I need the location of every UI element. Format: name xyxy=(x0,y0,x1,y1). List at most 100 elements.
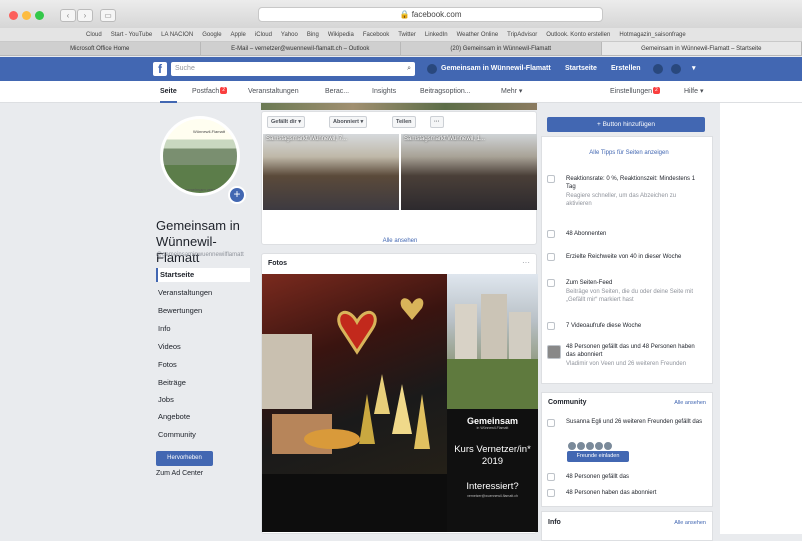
info-see-all-link[interactable]: Alle ansehen xyxy=(674,520,706,526)
bookmark-item[interactable]: Apple xyxy=(231,32,246,38)
event-photo-1[interactable]: Samstagsmarkt Wünnewil, 7... xyxy=(263,134,399,210)
url-text: facebook.com xyxy=(412,10,462,19)
likes-and-follows[interactable]: 48 Personen gefällt das und 48 Personen … xyxy=(566,343,706,359)
sidebar-item-beitraege[interactable]: Beiträge xyxy=(156,376,250,390)
community-see-all-link[interactable]: Alle ansehen xyxy=(674,400,706,406)
sidebar-item-bewertungen[interactable]: Bewertungen xyxy=(156,304,250,318)
settings-link[interactable]: Einstellungen2 xyxy=(610,81,660,103)
share-button[interactable]: Teilen xyxy=(392,116,416,128)
sidebar-item-startseite[interactable]: Startseite xyxy=(156,268,250,282)
page-handle[interactable]: @gemeinsaminwuennewilflamatt xyxy=(156,252,244,258)
add-button-button[interactable]: + Button hinzufügen xyxy=(547,117,705,132)
main-column: Gefällt dir ▾ Abonniert ▾ Teilen ··· Sam… xyxy=(261,103,537,534)
bookmark-item[interactable]: Facebook xyxy=(363,32,389,38)
page-shortcut-link[interactable]: Gemeinsam in Wünnewil-Flamatt xyxy=(441,57,551,81)
bookmark-item[interactable]: Weather Online xyxy=(457,32,499,38)
page-feed-hint: Beiträge von Seiten, die du oder deine S… xyxy=(566,288,706,304)
browser-tab[interactable]: Gemeinsam in Wünnewil-Flamatt – Startsei… xyxy=(602,42,802,55)
promote-button[interactable]: Hervorheben xyxy=(156,451,213,466)
community-title[interactable]: Community xyxy=(548,399,587,406)
notifications-icon[interactable] xyxy=(671,64,681,74)
profile-picture[interactable]: Wünnewil-Flamatt gemeinsam vernetzt xyxy=(160,116,240,196)
community-friends-line[interactable]: Susanna Egli und 26 weiteren Freunden ge… xyxy=(566,418,706,426)
close-window-button[interactable] xyxy=(9,11,18,20)
photo-village-buildings[interactable] xyxy=(447,274,538,409)
left-sidebar: Wünnewil-Flamatt gemeinsam vernetzt + Ge… xyxy=(152,103,254,534)
tab-veranstaltungen[interactable]: Veranstaltungen xyxy=(248,81,299,103)
browser-chrome: ‹ › ▭ 🔒 facebook.com Cloud Start - YouTub… xyxy=(0,0,802,56)
search-icon[interactable]: ⌕ xyxy=(407,62,411,76)
home-link[interactable]: Startseite xyxy=(565,57,597,81)
zoom-window-button[interactable] xyxy=(35,11,44,20)
sidebar-item-veranstaltungen[interactable]: Veranstaltungen xyxy=(156,286,250,300)
address-bar[interactable]: 🔒 facebook.com xyxy=(258,7,603,22)
course-poster[interactable]: Gemeinsam in Wünnewil-Flamatt Kurs Verne… xyxy=(447,409,538,532)
browser-tab[interactable]: E-Mail – vernetzer@wuennewil-flamatt.ch … xyxy=(201,42,402,55)
bookmark-item[interactable]: Yahoo xyxy=(281,32,298,38)
bookmark-item[interactable]: TripAdvisor xyxy=(507,32,537,38)
sidebar-item-info[interactable]: Info xyxy=(156,322,250,336)
browser-tab[interactable]: (20) Gemeinsam in Wünnewil-Flamatt xyxy=(401,42,602,55)
friend-avatar[interactable] xyxy=(603,441,613,451)
community-follows[interactable]: 48 Personen haben das abonniert xyxy=(566,489,706,497)
photos-title[interactable]: Fotos xyxy=(268,260,287,267)
all-tips-link[interactable]: Alle Tipps für Seiten anzeigen xyxy=(548,149,710,157)
page-feed-link[interactable]: Zum Seiten-Feed xyxy=(566,279,706,287)
photos-more-icon[interactable]: ··· xyxy=(522,258,530,267)
cover-photo[interactable] xyxy=(261,103,537,110)
browser-tab[interactable]: Microsoft Office Home xyxy=(0,42,201,55)
create-link[interactable]: Erstellen xyxy=(611,57,641,81)
help-link[interactable]: Hilfe ▾ xyxy=(684,81,703,103)
weekly-reach[interactable]: Erzielte Reichweite von 40 in dieser Woc… xyxy=(566,253,706,261)
sidebar-toggle-icon[interactable]: ▭ xyxy=(100,9,116,22)
back-button[interactable]: ‹ xyxy=(60,9,76,22)
info-card: Info Alle ansehen xyxy=(541,511,713,541)
tab-seite[interactable]: Seite xyxy=(160,81,177,103)
facebook-logo[interactable]: f xyxy=(153,62,167,76)
community-likes[interactable]: 48 Personen gefällt das xyxy=(566,473,706,481)
profile-picture-caption: gemeinsam vernetzt xyxy=(185,187,221,192)
account-menu-icon[interactable]: ▾ xyxy=(692,57,696,81)
like-page-button[interactable]: Gefällt dir ▾ xyxy=(267,116,305,128)
sidebar-item-jobs[interactable]: Jobs xyxy=(156,393,250,407)
event-photo-2[interactable]: Samstagsmarkt Wünnewil, 1... xyxy=(401,134,537,210)
sidebar-item-community[interactable]: Community xyxy=(156,428,250,442)
tab-mehr[interactable]: Mehr ▾ xyxy=(501,81,522,103)
add-photo-icon[interactable]: + xyxy=(228,186,246,204)
followers-count[interactable]: 48 Abonnenten xyxy=(566,230,706,238)
following-button[interactable]: Abonniert ▾ xyxy=(329,116,367,128)
bookmark-item[interactable]: Bing xyxy=(307,32,319,38)
bookmark-item[interactable]: Hotmagazin_saisonfrage xyxy=(619,32,685,38)
bookmark-item[interactable]: Twitter xyxy=(398,32,416,38)
more-options-button[interactable]: ··· xyxy=(430,116,444,128)
bookmark-item[interactable]: Wikipedia xyxy=(328,32,354,38)
forward-button[interactable]: › xyxy=(77,9,93,22)
tab-beitragsoptionen[interactable]: Beitragsoption... xyxy=(420,81,471,103)
bookmark-item[interactable]: iCloud xyxy=(255,32,272,38)
profile-picture-title: Wünnewil-Flamatt xyxy=(193,129,225,134)
bookmark-item[interactable]: Google xyxy=(202,32,221,38)
invite-friends-button[interactable]: Freunde einladen xyxy=(567,451,629,462)
bookmark-item[interactable]: LA NACION xyxy=(161,32,193,38)
ad-center-link[interactable]: Zum Ad Center xyxy=(156,470,203,477)
friends-icon[interactable] xyxy=(653,64,663,74)
response-hint[interactable]: Reagiere schneller, um das Abzeichen zu … xyxy=(566,192,701,208)
sidebar-item-fotos[interactable]: Fotos xyxy=(156,358,250,372)
minimize-window-button[interactable] xyxy=(22,11,31,20)
tab-insights[interactable]: Insights xyxy=(372,81,396,103)
tab-beratung[interactable]: Berac... xyxy=(325,81,349,103)
rss-icon xyxy=(547,489,555,497)
bookmark-item[interactable]: Start - YouTube xyxy=(111,32,152,38)
sidebar-item-videos[interactable]: Videos xyxy=(156,340,250,354)
photo-craft-market[interactable] xyxy=(262,274,447,532)
sidebar-item-angebote[interactable]: Angebote xyxy=(156,410,250,424)
info-title[interactable]: Info xyxy=(548,519,561,526)
tab-postfach[interactable]: Postfach2 xyxy=(192,81,227,103)
bookmark-item[interactable]: LinkedIn xyxy=(425,32,448,38)
poster-question: Interessiert? xyxy=(447,481,538,492)
bookmark-item[interactable]: Outlook. Konto erstellen xyxy=(546,32,610,38)
search-input[interactable]: Suche⌕ xyxy=(171,62,415,76)
video-views[interactable]: 7 Videoaufrufe diese Woche xyxy=(566,322,706,330)
see-all-events-link[interactable]: Alle ansehen xyxy=(262,238,538,244)
bookmark-item[interactable]: Cloud xyxy=(86,32,102,38)
